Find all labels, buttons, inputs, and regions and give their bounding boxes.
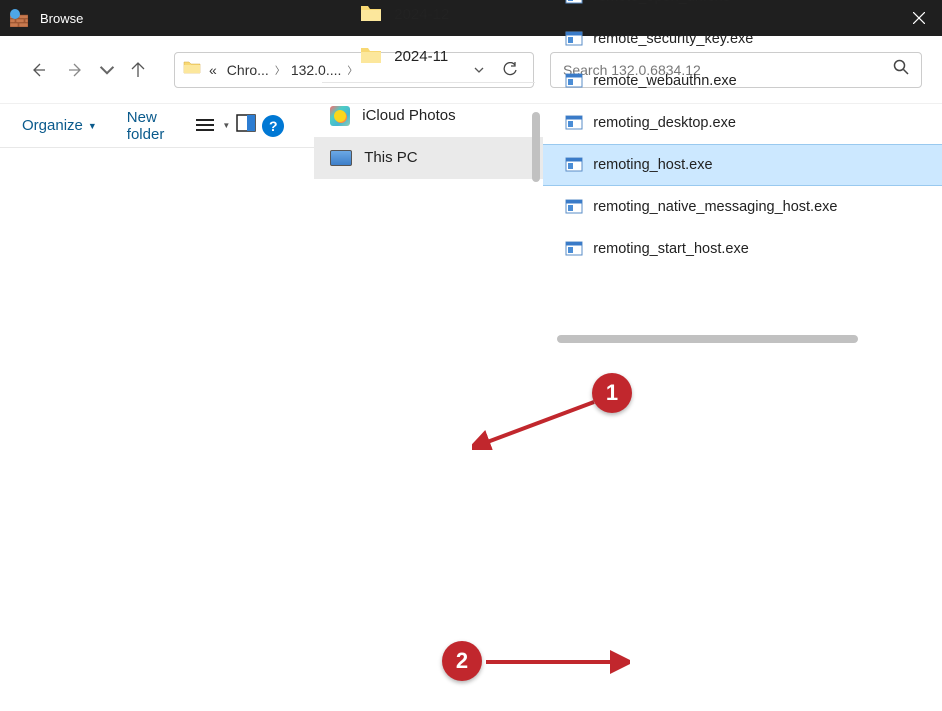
file-list: Name▲ Date modified remote_assistance_ho… — [543, 0, 942, 350]
new-folder-button[interactable]: New folder — [127, 109, 165, 143]
preview-icon — [236, 114, 256, 132]
chevron-right-icon: 〉 — [275, 62, 285, 77]
folder-icon — [183, 60, 201, 79]
annotation-arrow-2 — [484, 650, 630, 674]
help-button[interactable]: ? — [262, 115, 284, 137]
file-row[interactable]: remoting_start_host.exe 11/19/2024 6:04 … — [543, 228, 942, 270]
exe-icon — [565, 156, 583, 174]
crumb-prefix[interactable]: « — [205, 62, 221, 78]
arrow-right-icon — [68, 62, 84, 78]
view-mode-button[interactable]: ▼ ? — [194, 114, 284, 137]
file-name: remoting_desktop.exe — [593, 115, 942, 131]
sidebar-this-pc[interactable]: 〉This PC — [314, 137, 543, 179]
exe-icon — [565, 114, 583, 132]
sidebar: indexing 2024-06 2024-12 2024-11 〉iCloud… — [314, 0, 543, 350]
monitor-icon — [330, 150, 352, 166]
file-name: remote_security_key.exe — [593, 31, 942, 47]
sidebar-scrollbar[interactable] — [529, 0, 543, 282]
exe-icon — [565, 198, 583, 216]
annotation-step-1: 1 — [592, 373, 632, 413]
chevron-down-icon — [99, 62, 115, 78]
arrow-left-icon — [30, 62, 46, 78]
crumb-1[interactable]: Chro... — [223, 62, 273, 78]
firewall-icon — [10, 9, 28, 27]
exe-icon — [565, 72, 583, 90]
file-name: remoting_native_messaging_host.exe — [593, 199, 942, 215]
sidebar-divider — [322, 82, 535, 83]
caret-down-icon: ▼ — [88, 121, 97, 131]
file-name: remoting_start_host.exe — [593, 241, 942, 257]
sidebar-folder-2024-12[interactable]: 2024-12 — [314, 0, 543, 36]
file-row[interactable]: remote_open_url.exe 11/19/2024 6:04 AM — [543, 0, 942, 18]
folder-icon — [360, 46, 382, 68]
exe-icon — [565, 0, 583, 6]
back-button[interactable] — [20, 52, 56, 88]
file-row[interactable]: remote_security_key.exe 11/19/2024 6:04 … — [543, 18, 942, 60]
file-row[interactable]: remoting_native_messaging_host.exe 11/19… — [543, 186, 942, 228]
file-name: remoting_host.exe — [593, 157, 942, 173]
horizontal-scrollbar[interactable] — [557, 332, 942, 346]
file-row[interactable]: remoting_host.exe 11/19/2024 6:04 AM — [543, 144, 942, 186]
exe-icon — [565, 240, 583, 258]
caret-down-icon: ▼ — [222, 121, 230, 130]
file-row[interactable]: remote_webauthn.exe 11/19/2024 6:04 AM — [543, 60, 942, 102]
forward-button[interactable] — [58, 52, 94, 88]
file-name: remote_open_url.exe — [593, 0, 942, 5]
file-row[interactable]: remoting_desktop.exe 11/19/2024 6:04 AM — [543, 102, 942, 144]
file-name: remote_webauthn.exe — [593, 73, 942, 89]
folder-icon — [360, 4, 382, 26]
recent-dropdown[interactable] — [96, 52, 118, 88]
preview-pane-button[interactable] — [236, 114, 256, 137]
organize-button[interactable]: Organize▼ — [22, 117, 97, 134]
arrow-up-icon — [130, 62, 146, 78]
toolbar: Organize▼ New folder ▼ ? indexing 2024-0… — [0, 104, 942, 148]
up-button[interactable] — [120, 52, 156, 88]
list-view-icon — [194, 117, 216, 135]
annotation-step-2: 2 — [442, 641, 482, 681]
annotation-arrow-1 — [472, 400, 602, 450]
icloud-icon — [330, 106, 350, 126]
sidebar-icloud-photos[interactable]: 〉iCloud Photos — [314, 95, 543, 137]
sidebar-folder-2024-11[interactable]: 2024-11 — [314, 36, 543, 78]
exe-icon — [565, 30, 583, 48]
